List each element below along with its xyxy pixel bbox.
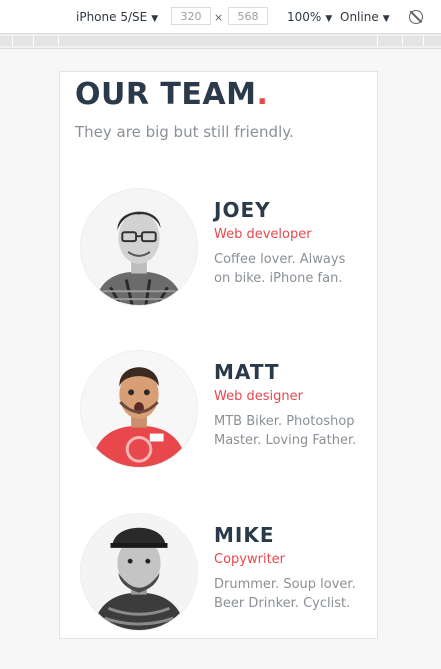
viewport-width-input[interactable]: 320: [171, 7, 211, 25]
ruler-segment: [378, 36, 403, 46]
title-dot: .: [256, 77, 269, 112]
chevron-down-icon: ▼: [151, 14, 159, 24]
ruler-segment: [13, 36, 34, 46]
media-query-ruler[interactable]: [0, 34, 441, 49]
network-throttle-select[interactable]: Online ▼: [340, 9, 390, 27]
rotate-icon[interactable]: [409, 10, 423, 24]
member-role: Copywriter: [214, 552, 286, 567]
ruler-segment: [424, 36, 441, 46]
member-name: JOEY: [214, 198, 271, 222]
member-role: Web designer: [214, 389, 303, 404]
portrait-matt-icon: [81, 351, 197, 467]
zoom-label: 100%: [287, 10, 322, 24]
ruler-segment: [0, 36, 13, 46]
member-bio: Coffee lover. Always on bike. iPhone fan…: [214, 252, 346, 286]
chevron-down-icon: ▼: [382, 14, 390, 24]
portrait-joey-icon: [81, 189, 197, 305]
ruler-segment: [59, 36, 378, 46]
ruler-segment: [34, 36, 59, 46]
zoom-select[interactable]: 100% ▼: [287, 9, 332, 27]
avatar: [80, 350, 198, 468]
member-info: JOEY Web developer Coffee lover. Always …: [214, 198, 364, 288]
avatar: [80, 188, 198, 306]
device-select[interactable]: iPhone 5/SE ▼: [76, 9, 158, 27]
device-label: iPhone 5/SE: [76, 10, 148, 24]
avatar: [80, 513, 198, 631]
network-label: Online: [340, 10, 379, 24]
device-viewport: OUR TEAM. They are big but still friendl…: [59, 71, 378, 639]
member-bio: MTB Biker. Photoshop Master. Loving Fath…: [214, 414, 357, 448]
page-title: OUR TEAM.: [75, 77, 268, 113]
team-member-card: MIKE Copywriter Drummer. Soup lover. Bee…: [80, 513, 370, 633]
member-info: MATT Web designer MTB Biker. Photoshop M…: [214, 360, 364, 450]
member-role: Web developer: [214, 227, 312, 242]
portrait-mike-icon: [81, 514, 197, 630]
team-member-card: JOEY Web developer Coffee lover. Always …: [80, 188, 370, 308]
member-name: MATT: [214, 360, 280, 384]
dimension-separator: ×: [214, 11, 224, 24]
page-subtitle: They are big but still friendly.: [75, 123, 294, 141]
chevron-down-icon: ▼: [325, 14, 333, 24]
ruler-segment: [403, 36, 424, 46]
title-text: OUR TEAM: [75, 77, 257, 112]
member-info: MIKE Copywriter Drummer. Soup lover. Bee…: [214, 523, 364, 613]
team-member-card: MATT Web designer MTB Biker. Photoshop M…: [80, 350, 370, 470]
member-bio: Drummer. Soup lover. Beer Drinker. Cycli…: [214, 577, 356, 611]
viewport-height-input[interactable]: 568: [228, 7, 268, 25]
member-name: MIKE: [214, 523, 275, 547]
device-toolbar: iPhone 5/SE ▼ 320 × 568 100% ▼ Online ▼: [0, 0, 441, 34]
